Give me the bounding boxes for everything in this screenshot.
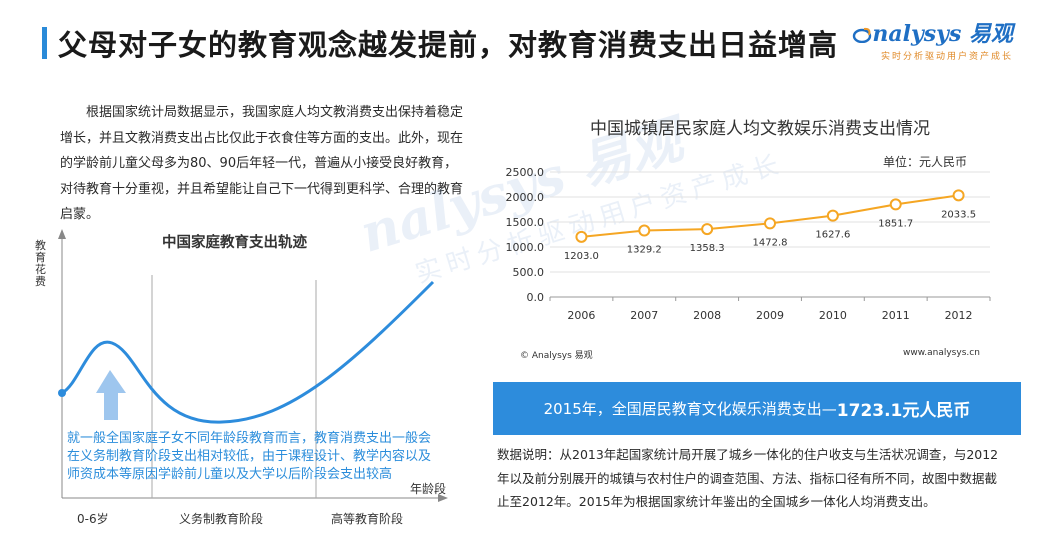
x-tick-label: 2012	[945, 309, 973, 322]
data-label: 2033.5	[941, 209, 976, 220]
series-line	[581, 194, 959, 238]
chart-title: 中国城镇居民家庭人均文教娱乐消费支出情况	[590, 119, 930, 139]
trajectory-start-point	[58, 389, 66, 397]
consumption-line-chart: 0.0 500.0 1000.0 1500.0 2000.0 2500.0 2006 2007…	[506, 166, 991, 322]
stage-label-compulsory: 义务制教育阶段	[179, 512, 264, 526]
data-label: 1358.3	[690, 243, 725, 254]
x-tick-label: 2009	[756, 309, 784, 322]
page-title: 父母对子女的教育观念越发提前，对教育消费支出日益增高	[58, 28, 839, 62]
data-label: 1627.6	[815, 230, 850, 241]
stage-label-higher: 高等教育阶段	[331, 512, 404, 526]
y-tick-label: 2500.0	[506, 166, 545, 179]
data-point	[826, 209, 839, 222]
x-tick-label: 2007	[630, 309, 658, 322]
trajectory-title: 中国家庭教育支出轨迹	[162, 235, 307, 251]
y-tick-label: 2000.0	[506, 191, 545, 204]
highlight-banner: 2015年，全国居民教育文化娱乐消费支出— 1723.1元人民币	[493, 382, 1021, 435]
data-point	[952, 189, 965, 202]
x-tick-label: 2010	[819, 309, 847, 322]
logo-name: nalysys 易观	[852, 16, 1013, 48]
data-point	[638, 224, 651, 237]
data-label: 1203.0	[564, 251, 599, 262]
title-accent-bar	[42, 27, 47, 59]
chart-source: © Analysys 易观	[520, 351, 593, 361]
trajectory-y-label: 教育花费	[35, 239, 46, 288]
x-tick-label: 2006	[567, 309, 595, 322]
up-arrow-icon	[96, 370, 126, 420]
trajectory-note: 就一般全国家庭子女不同年龄段教育而言，教育消费支出一般会在义务制教育阶段支出相对…	[67, 431, 432, 482]
data-description: 数据说明：从2013年起国家统计局开展了城乡一体化的住户收支与生活状况调查，与2…	[497, 447, 999, 509]
traj-y-arrow	[58, 229, 66, 239]
banner-highlight-value: 1723.1元人民币	[836, 401, 971, 421]
logo-swoosh-icon	[853, 27, 872, 44]
data-point	[575, 230, 588, 243]
y-tick-label: 0.0	[527, 291, 545, 304]
chart-website: www.analysys.cn	[903, 348, 980, 358]
x-tick-label: 2011	[882, 309, 910, 322]
data-point	[764, 217, 776, 230]
stage-label-preschool: 0-6岁	[77, 512, 109, 526]
banner-prefix: 2015年，全国居民教育文化娱乐消费支出—	[543, 400, 837, 418]
analysys-logo: nalysys 易观 实时分析驱动用户资产成长	[852, 16, 1013, 62]
data-point	[889, 198, 902, 211]
logo-tagline: 实时分析驱动用户资产成长	[880, 52, 1013, 62]
y-tick-label: 1500.0	[506, 216, 545, 229]
y-tick-label: 500.0	[513, 266, 545, 279]
data-label: 1472.8	[753, 237, 788, 248]
y-tick-label: 1000.0	[506, 241, 545, 254]
data-label: 1851.7	[878, 218, 913, 229]
x-tick-label: 2008	[693, 309, 721, 322]
data-point	[701, 223, 714, 236]
intro-paragraph: 根据国家统计局数据显示，我国家庭人均文教消费支出保持着稳定增长，并且文教消费支出…	[60, 105, 464, 222]
data-label: 1329.2	[627, 245, 662, 256]
